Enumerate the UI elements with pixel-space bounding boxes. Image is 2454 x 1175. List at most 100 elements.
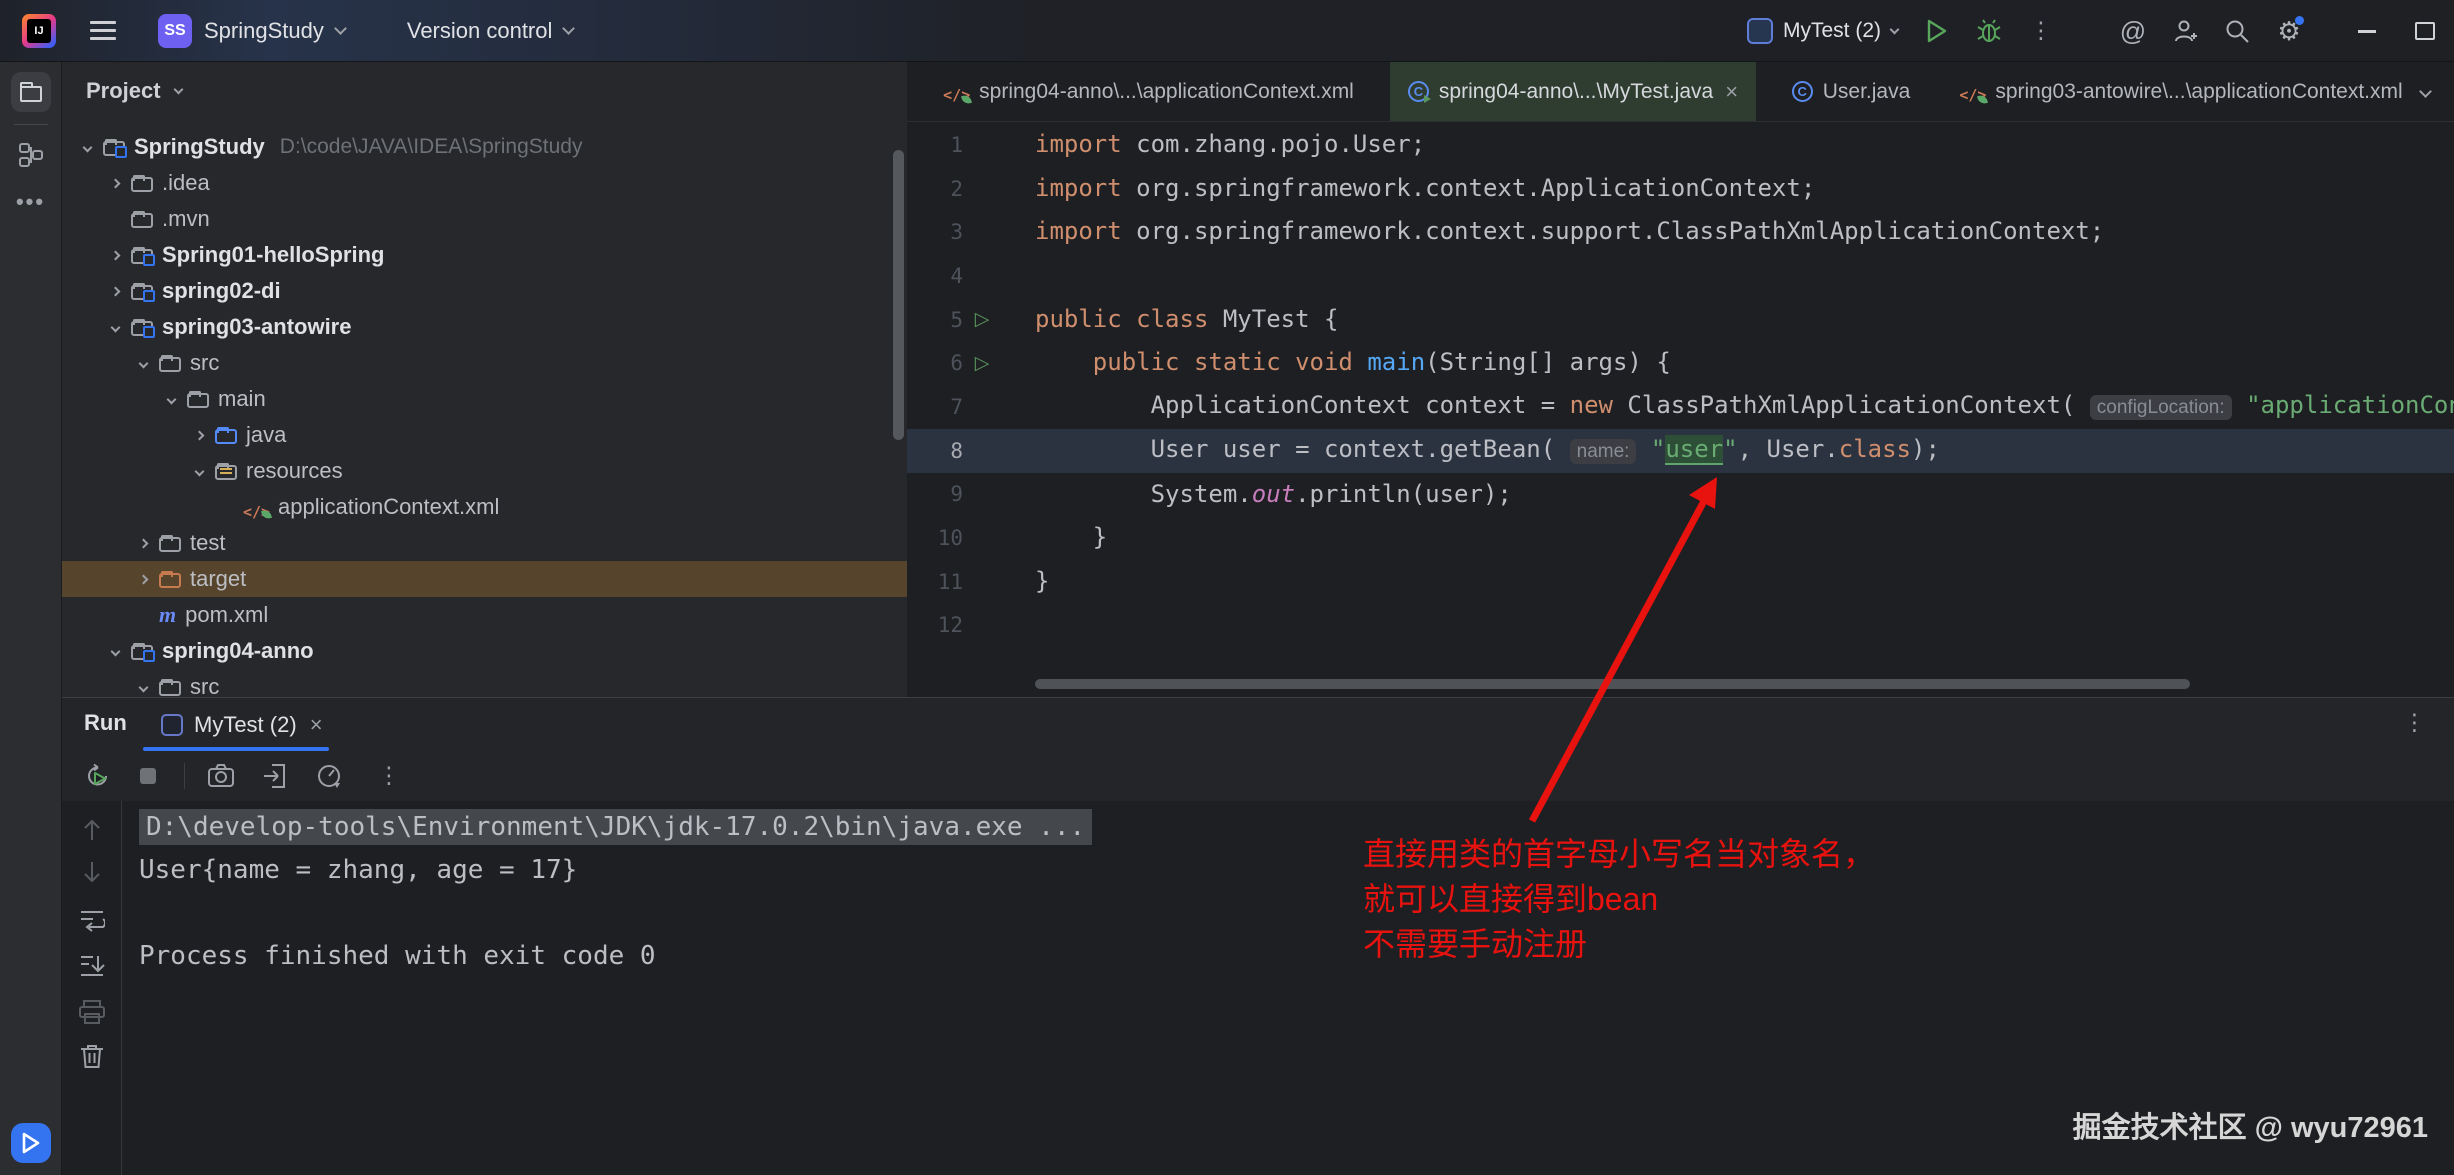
console-line[interactable] — [139, 892, 2454, 935]
down-arrow-icon[interactable] — [79, 859, 105, 885]
chevron-down-icon[interactable] — [1890, 24, 1900, 34]
chevron-right-icon[interactable] — [194, 430, 204, 440]
tab-applicationcontext-spring03[interactable]: </> spring03-antowire\...\applicationCon… — [1946, 62, 2416, 121]
maximize-button[interactable] — [2402, 14, 2436, 48]
folder-icon — [131, 213, 153, 228]
tree-item-main[interactable]: main — [62, 381, 907, 417]
chevron-down-icon[interactable] — [166, 394, 176, 404]
project-tree-scrollbar[interactable] — [893, 150, 904, 440]
code-line[interactable]: 5▷public class MyTest { — [907, 298, 2454, 342]
close-icon[interactable]: × — [310, 712, 323, 738]
code-line[interactable]: 8 User user = context.getBean( name: "us… — [907, 429, 2454, 473]
code-line[interactable]: 11} — [907, 560, 2454, 604]
tree-item-spring02[interactable]: spring02-di — [62, 273, 907, 309]
version-control-menu[interactable]: Version control — [407, 18, 553, 44]
chevron-down-icon[interactable] — [110, 646, 120, 656]
chevron-down-icon[interactable] — [82, 142, 92, 152]
minimize-button[interactable] — [2350, 14, 2384, 48]
chevron-down-icon[interactable] — [563, 22, 576, 35]
tree-item-test[interactable]: test — [62, 525, 907, 561]
run-gutter-icon[interactable]: ▷ — [967, 308, 997, 331]
chevron-right-icon[interactable] — [138, 538, 148, 548]
chevron-down-icon[interactable] — [110, 322, 120, 332]
intellij-logo-icon: IJ — [22, 14, 56, 48]
tree-item-spring03[interactable]: spring03-antowire — [62, 309, 907, 345]
folder-icon — [20, 86, 42, 102]
structure-tool-window-button[interactable] — [11, 135, 51, 175]
chevron-right-icon[interactable] — [110, 250, 120, 260]
chevron-down-icon[interactable] — [334, 22, 347, 35]
code-line[interactable]: 3import org.springframework.context.supp… — [907, 210, 2454, 254]
project-tool-window-button[interactable] — [11, 72, 51, 112]
console-line[interactable]: Process finished with exit code 0 — [139, 935, 2454, 978]
chevron-right-icon[interactable] — [138, 574, 148, 584]
chevron-down-icon[interactable] — [194, 466, 204, 476]
scroll-to-end-icon[interactable] — [79, 953, 105, 979]
run-button[interactable] — [1920, 14, 1954, 48]
tree-item-src[interactable]: src — [62, 345, 907, 381]
debug-button[interactable] — [1972, 14, 2006, 48]
tree-item-src2[interactable]: src — [62, 669, 907, 697]
ai-assistant-icon[interactable]: @ — [2116, 14, 2150, 48]
tab-user-java[interactable]: C User.java — [1756, 62, 1946, 121]
tree-item-applicationcontext[interactable]: </> applicationContext.xml — [62, 489, 907, 525]
chevron-right-icon[interactable] — [110, 286, 120, 296]
search-icon[interactable] — [2220, 14, 2254, 48]
project-panel-header[interactable]: Project — [86, 78, 182, 104]
console-line[interactable]: D:\develop-tools\Environment\JDK\jdk-17.… — [139, 806, 2454, 849]
tab-applicationcontext-spring04[interactable]: </> spring04-anno\...\applicationContext… — [907, 62, 1390, 121]
annotation-line: 直接用类的首字母小写名当对象名， — [1363, 832, 1875, 877]
code-line[interactable]: 7 ApplicationContext context = new Class… — [907, 385, 2454, 429]
tree-item-mvn[interactable]: .mvn — [62, 201, 907, 237]
tree-item-spring04[interactable]: spring04-anno — [62, 633, 907, 669]
settings-gear-icon[interactable]: ⚙ — [2272, 14, 2306, 48]
run-gutter-icon[interactable]: ▷ — [967, 352, 997, 375]
soft-wrap-icon[interactable] — [79, 907, 105, 933]
more-options-icon[interactable]: ⋮ — [2403, 710, 2426, 736]
chevron-down-icon[interactable] — [173, 84, 183, 94]
code-line[interactable]: 2import org.springframework.context.Appl… — [907, 167, 2454, 211]
editor-horizontal-scrollbar[interactable] — [1035, 679, 2190, 689]
clear-all-icon[interactable] — [79, 1043, 105, 1069]
run-configuration-widget[interactable]: MyTest (2) — [1747, 18, 1898, 44]
main-menu-icon[interactable] — [90, 21, 116, 40]
tree-item-pomxml[interactable]: m pom.xml — [62, 597, 907, 633]
project-avatar[interactable]: SS — [158, 14, 192, 48]
project-selector[interactable]: SpringStudy — [204, 18, 324, 44]
code-line[interactable]: 6▷ public static void main(String[] args… — [907, 341, 2454, 385]
code-line[interactable]: 12 — [907, 604, 2454, 648]
screenshot-icon[interactable] — [207, 762, 235, 790]
code-line[interactable]: 4 — [907, 254, 2454, 298]
tree-item-idea[interactable]: .idea — [62, 165, 907, 201]
more-options-icon[interactable]: ⋮ — [2024, 14, 2058, 48]
hidden-tabs-dropdown[interactable] — [2421, 62, 2454, 121]
tab-mytest-java[interactable]: C spring04-anno\...\MyTest.java × — [1390, 62, 1756, 121]
console-line[interactable]: User{name = zhang, age = 17} — [139, 849, 2454, 892]
tree-item-spring01[interactable]: Spring01-helloSpring — [62, 237, 907, 273]
code-line[interactable]: 1import com.zhang.pojo.User; — [907, 123, 2454, 167]
more-tool-windows-icon[interactable]: ••• — [16, 189, 45, 215]
run-tool-window-button[interactable] — [11, 1123, 51, 1163]
tree-item-java[interactable]: java — [62, 417, 907, 453]
import-thread-dump-icon[interactable] — [261, 762, 289, 790]
code-editor[interactable]: 1import com.zhang.pojo.User;2import org.… — [907, 123, 2454, 697]
tree-item-resources[interactable]: resources — [62, 453, 907, 489]
profiler-icon[interactable] — [315, 762, 343, 790]
run-tab-mytest[interactable]: MyTest (2) × — [143, 698, 341, 751]
tree-item-target[interactable]: target — [62, 561, 907, 597]
rerun-icon[interactable] — [84, 762, 112, 790]
project-panel-title: Project — [86, 78, 161, 104]
chevron-right-icon[interactable] — [110, 178, 120, 188]
chevron-down-icon[interactable] — [138, 682, 148, 692]
tree-item-springstudy[interactable]: SpringStudy D:\code\JAVA\IDEA\SpringStud… — [62, 129, 907, 165]
stop-icon[interactable] — [134, 762, 162, 790]
chevron-down-icon[interactable] — [138, 358, 148, 368]
code-line[interactable]: 10 } — [907, 516, 2454, 560]
toolbar-right-group: MyTest (2) ⋮ @ — [1747, 0, 2454, 62]
add-user-icon[interactable] — [2168, 14, 2202, 48]
print-icon[interactable] — [79, 999, 105, 1025]
up-arrow-icon[interactable] — [79, 817, 105, 843]
code-line[interactable]: 9 System.out.println(user); — [907, 473, 2454, 517]
close-icon[interactable]: × — [1725, 79, 1738, 105]
more-options-icon[interactable]: ⋮ — [375, 762, 403, 790]
